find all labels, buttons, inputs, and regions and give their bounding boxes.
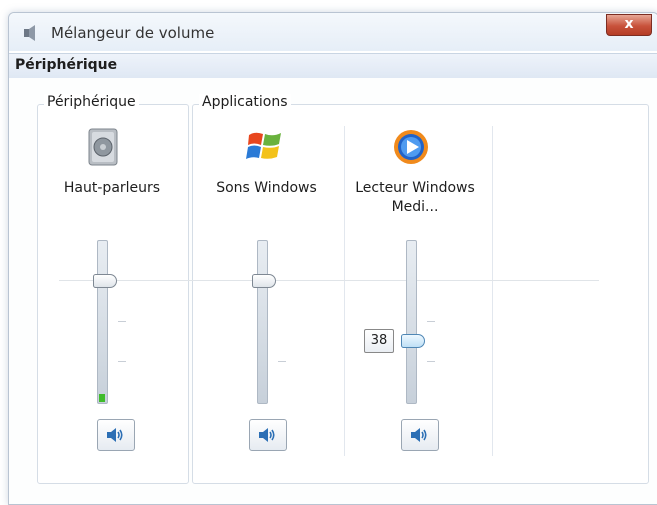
volume-slider-track[interactable] bbox=[406, 240, 417, 404]
speaker-icon bbox=[24, 25, 35, 41]
menu-bar: Périphérique bbox=[9, 53, 657, 79]
volume-tooltip: 38 bbox=[364, 329, 394, 353]
applications-group-label: Applications bbox=[199, 94, 291, 110]
slider-tick bbox=[278, 361, 286, 362]
volume-slider-thumb[interactable] bbox=[252, 274, 276, 288]
device-group-label: Périphérique bbox=[44, 94, 139, 110]
volume-slider-thumb[interactable] bbox=[93, 274, 117, 288]
speaker-volume-icon bbox=[411, 428, 427, 442]
mute-button-lecteur-windows-media[interactable] bbox=[401, 419, 439, 451]
speaker-volume-icon bbox=[107, 428, 123, 442]
speaker-volume-icon bbox=[259, 428, 275, 442]
volume-slider-track[interactable] bbox=[257, 240, 268, 404]
mute-button-sons-windows[interactable] bbox=[249, 419, 287, 451]
channel-label-sons-windows: Sons Windows bbox=[216, 180, 317, 196]
windows-logo-icon bbox=[246, 132, 281, 159]
channel-label-lecteur-windows-media: Lecteur Windows Medi... bbox=[355, 180, 475, 215]
speaker-device-icon bbox=[88, 128, 118, 166]
level-guide-line bbox=[59, 280, 599, 281]
volume-slider-thumb[interactable] bbox=[401, 334, 425, 348]
slider-tick bbox=[427, 361, 435, 362]
channel-label-haut-parleurs: Haut-parleurs bbox=[63, 180, 161, 196]
title-bar: Mélangeur de volume x bbox=[9, 13, 657, 51]
mixer-content: Périphérique Applications Haut-parleurs bbox=[9, 78, 657, 504]
channel-separator bbox=[344, 126, 345, 456]
menu-peripherique[interactable]: Périphérique bbox=[15, 57, 117, 73]
slider-tick bbox=[118, 361, 126, 362]
mute-button-haut-parleurs[interactable] bbox=[97, 419, 135, 451]
slider-tick bbox=[427, 321, 435, 322]
windows-media-player-icon bbox=[394, 130, 428, 164]
close-button[interactable]: x bbox=[606, 14, 652, 36]
slider-tick bbox=[118, 321, 126, 322]
window-title: Mélangeur de volume bbox=[51, 24, 215, 42]
volume-mixer-window: Mélangeur de volume x Périphérique Périp… bbox=[8, 12, 657, 505]
channel-separator bbox=[492, 126, 493, 456]
peak-level-meter bbox=[99, 394, 105, 402]
volume-slider-track[interactable] bbox=[97, 240, 108, 404]
